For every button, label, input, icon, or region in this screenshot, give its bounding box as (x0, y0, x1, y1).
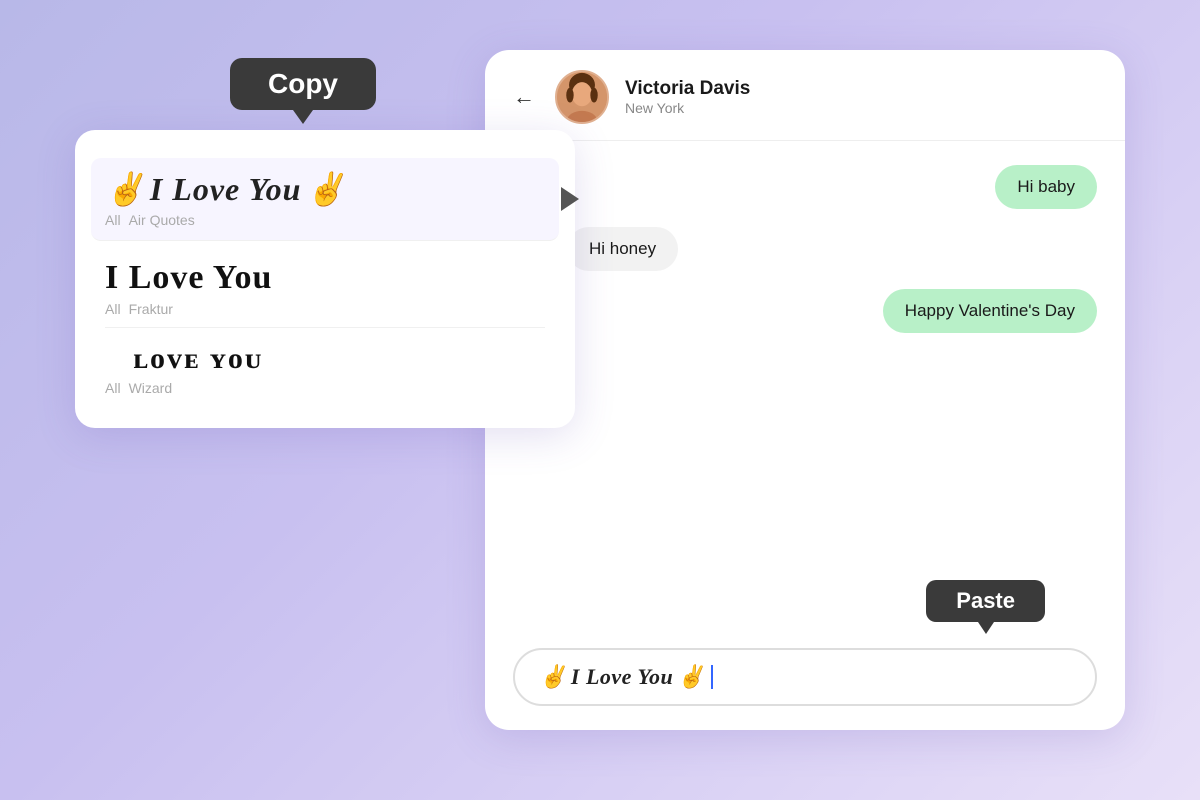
font-item-air-quotes[interactable]: ✌️ I Love You ✌️ All Air Quotes (91, 158, 559, 241)
font-text-wizard: ɪ ʟᴏᴠᴇ ʏᴏᴜ (105, 342, 545, 376)
contact-name: Victoria Davis (625, 78, 1097, 100)
tag-fraktur: Fraktur (129, 301, 173, 317)
scene: Copy ✌️ I Love You ✌️ All Air Quotes I L… (75, 50, 1125, 750)
font-text-fraktur: I Love You (105, 259, 545, 297)
text-cursor (711, 665, 713, 689)
back-button[interactable]: ← (513, 84, 535, 110)
chat-header: ← Victoria Davis New York (485, 50, 1125, 141)
tag-all: All (105, 212, 121, 228)
message-row-2: Hi honey (513, 227, 1097, 271)
message-bubble-2: Hi honey (567, 227, 678, 271)
input-text: I Love You (571, 664, 673, 690)
font-text-air-quotes: ✌️ I Love You ✌️ (105, 170, 545, 208)
input-suffix-emoji: ✌️ (677, 664, 705, 690)
tag-all-fraktur: All (105, 301, 121, 317)
air-quotes-suffix: ✌️ (305, 170, 346, 208)
contact-location: New York (625, 100, 1097, 116)
chat-input-box[interactable]: ✌️ I Love You ✌️ (513, 648, 1097, 706)
tag-all-wizard: All (105, 380, 121, 396)
font-panel: Copy ✌️ I Love You ✌️ All Air Quotes I L… (75, 130, 575, 428)
fraktur-tags: All Fraktur (105, 301, 545, 317)
font-item-wizard[interactable]: ɪ ʟᴏᴠᴇ ʏᴏᴜ All Wizard (105, 328, 545, 400)
message-bubble-3: Happy Valentine's Day (883, 289, 1097, 333)
tag-wizard: Wizard (129, 380, 173, 396)
air-quotes-tags: All Air Quotes (105, 212, 545, 228)
paste-tooltip[interactable]: Paste (926, 580, 1045, 622)
chat-messages: Hi baby Hi honey Happy (485, 141, 1125, 636)
chat-panel: ← Victoria Davis New York (485, 50, 1125, 730)
selected-arrow-icon (561, 187, 579, 211)
message-bubble-1: Hi baby (995, 165, 1097, 209)
contact-avatar (555, 70, 609, 124)
avatar-image (557, 70, 607, 124)
wizard-tags: All Wizard (105, 380, 545, 396)
tag-air-quotes: Air Quotes (129, 212, 195, 228)
message-row-1: Hi baby (513, 165, 1097, 209)
font-item-fraktur[interactable]: I Love You All Fraktur (105, 241, 545, 328)
message-row-3: Happy Valentine's Day (513, 289, 1097, 333)
header-info: Victoria Davis New York (625, 78, 1097, 116)
chat-input-area: Paste ✌️ I Love You ✌️ (485, 636, 1125, 730)
air-quotes-prefix: ✌️ (105, 170, 146, 208)
input-prefix-emoji: ✌️ (539, 664, 567, 690)
air-quotes-text: I Love You (150, 171, 302, 208)
copy-tooltip[interactable]: Copy (230, 58, 376, 110)
